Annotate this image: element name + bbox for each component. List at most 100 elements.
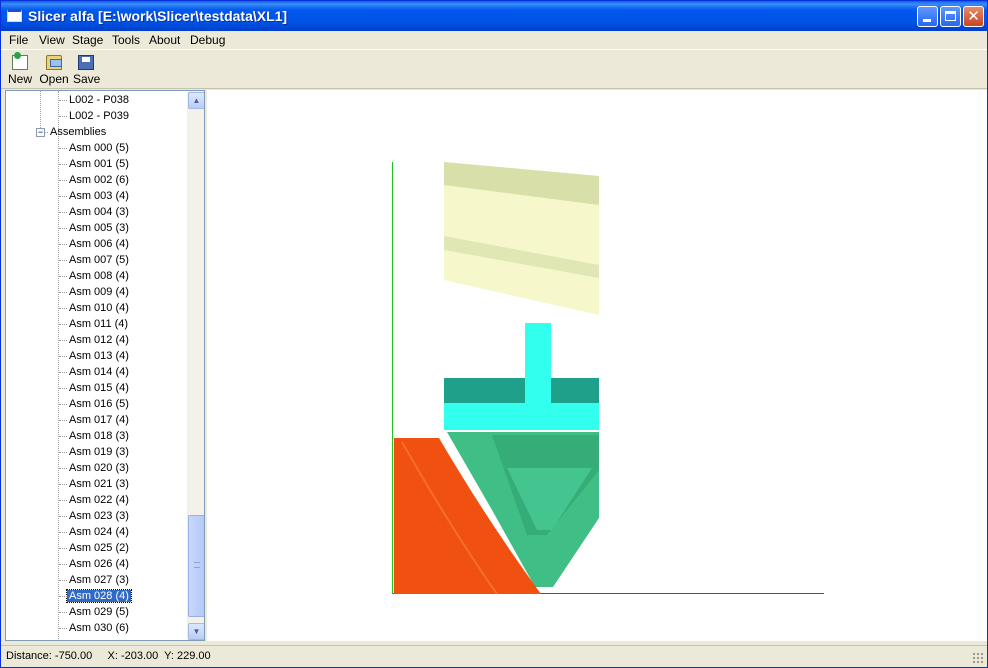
tree-item-assembly[interactable]: Asm 026 (4)	[67, 556, 131, 572]
tree-item-assembly[interactable]: Asm 004 (3)	[67, 204, 131, 220]
tree-connector	[59, 580, 67, 581]
grip-icon	[194, 562, 200, 568]
tree-connector	[59, 292, 67, 293]
tree-item-assembly[interactable]: Asm 021 (3)	[67, 476, 131, 492]
tree-item-assembly[interactable]: Asm 016 (5)	[67, 396, 131, 412]
tree-item-assembly[interactable]: Asm 013 (4)	[67, 348, 131, 364]
maximize-button[interactable]	[940, 6, 961, 27]
collapse-icon[interactable]: −	[36, 128, 45, 137]
tree-item-label: L002 - P039	[69, 110, 129, 122]
tree-connector	[59, 548, 67, 549]
tree-connector	[59, 340, 67, 341]
tree-item-label: Asm 022 (4)	[69, 494, 129, 506]
part-teal-body	[444, 378, 599, 406]
app-icon	[7, 9, 22, 22]
tree-item-assembly[interactable]: Asm 000 (5)	[67, 140, 131, 156]
tree-item-assembly[interactable]: Asm 006 (4)	[67, 236, 131, 252]
part-yellow[interactable]	[444, 162, 599, 315]
tree-group-assemblies[interactable]: Assemblies	[48, 124, 108, 140]
tree-panel: L002 - P038 L002 - P039 Assemblies − Asm 000…	[5, 90, 205, 641]
tree-item-label: Asm 030 (6)	[69, 622, 129, 634]
tree-connector	[59, 612, 67, 613]
menu-debug[interactable]: Debug	[190, 33, 225, 47]
part-cyan-bar	[444, 403, 599, 430]
tree-connector	[59, 180, 67, 181]
tree-item-assembly[interactable]: Asm 023 (3)	[67, 508, 131, 524]
new-file-icon	[12, 52, 28, 70]
tree-item-label: Asm 020 (3)	[69, 462, 129, 474]
tree-item-part[interactable]: L002 - P039	[67, 108, 131, 124]
tree-connector	[59, 452, 67, 453]
tree-item-label: Asm 019 (3)	[69, 446, 129, 458]
tree-connector	[59, 356, 67, 357]
tree-item-assembly[interactable]: Asm 005 (3)	[67, 220, 131, 236]
tree-item-assembly[interactable]: Asm 002 (6)	[67, 172, 131, 188]
resize-grip-icon[interactable]	[972, 652, 984, 664]
menu-stage[interactable]: Stage	[72, 33, 103, 47]
scroll-up-button[interactable]: ▲	[188, 92, 204, 109]
tree-connector	[59, 628, 67, 629]
tree-item-assembly[interactable]: Asm 007 (5)	[67, 252, 131, 268]
scroll-thumb[interactable]	[188, 515, 204, 617]
tree-item-label: Asm 000 (5)	[69, 142, 129, 154]
tree-item-assembly[interactable]: Asm 017 (4)	[67, 412, 131, 428]
tree-item-label: Asm 014 (4)	[69, 366, 129, 378]
close-button[interactable]: ✕	[963, 6, 984, 27]
tree-item-label: Assemblies	[50, 126, 107, 138]
tree-connector	[59, 564, 67, 565]
tree-item-label: Asm 005 (3)	[69, 222, 129, 234]
close-icon: ✕	[967, 8, 980, 25]
tree-item-assembly[interactable]: Asm 003 (4)	[67, 188, 131, 204]
tree-connector	[59, 196, 67, 197]
tree-item-assembly[interactable]: Asm 022 (4)	[67, 492, 131, 508]
tree-item-assembly[interactable]: Asm 030 (6)	[67, 620, 131, 636]
tree-guide-line	[40, 91, 41, 132]
tree-item-assembly[interactable]: Asm 029 (5)	[67, 604, 131, 620]
tree-item-selected[interactable]: Asm 028 (4)	[66, 588, 132, 604]
tree-item-assembly[interactable]: Asm 012 (4)	[67, 332, 131, 348]
tree-item-label: Asm 026 (4)	[69, 558, 129, 570]
tree-connector	[59, 276, 67, 277]
menu-tools[interactable]: Tools	[112, 33, 140, 47]
menu-file[interactable]: File	[9, 33, 28, 47]
title-bar[interactable]: Slicer alfa [E:\work\Slicer\testdata\XL1…	[1, 1, 987, 31]
save-button-label: Save	[73, 72, 101, 86]
tree-connector	[59, 404, 67, 405]
tree-item-label: Asm 025 (2)	[69, 542, 129, 554]
menu-view[interactable]: View	[39, 33, 65, 47]
tree-item-assembly[interactable]: Asm 020 (3)	[67, 460, 131, 476]
tree-item-assembly[interactable]: Asm 025 (2)	[67, 540, 131, 556]
tree-item-assembly[interactable]: Asm 018 (3)	[67, 428, 131, 444]
tree-item-assembly[interactable]: Asm 011 (4)	[67, 316, 130, 332]
open-button[interactable]: Open	[39, 55, 69, 86]
tree-item-assembly[interactable]: Asm 014 (4)	[67, 364, 131, 380]
save-disk-icon	[78, 55, 94, 70]
part-teal[interactable]	[444, 323, 599, 430]
tree-connector	[59, 420, 67, 421]
save-button[interactable]: Save	[73, 55, 101, 86]
menu-about[interactable]: About	[149, 33, 180, 47]
scroll-down-button[interactable]: ▼	[188, 623, 204, 640]
tree-item-assembly[interactable]: Asm 001 (5)	[67, 156, 131, 172]
tree-item-assembly[interactable]: Asm 009 (4)	[67, 284, 131, 300]
viewport-canvas[interactable]	[207, 90, 987, 641]
tree-item-label: Asm 015 (4)	[69, 382, 129, 394]
tree-item-assembly[interactable]: Asm 008 (4)	[67, 268, 131, 284]
tree-connector	[59, 100, 67, 101]
tree-item-assembly[interactable]: Asm 027 (3)	[67, 572, 131, 588]
new-button[interactable]: New	[8, 52, 32, 86]
minimize-button[interactable]	[917, 6, 938, 27]
tree-item-label: Asm 008 (4)	[69, 270, 129, 282]
3d-viewport[interactable]	[207, 90, 987, 641]
tree-connector	[59, 596, 67, 597]
tree-item-assembly[interactable]: Asm 010 (4)	[67, 300, 131, 316]
tree-scrollbar[interactable]: ▲ ▼	[187, 91, 204, 640]
tree-item-label: Asm 027 (3)	[69, 574, 129, 586]
tree-item-part[interactable]: L002 - P038	[67, 92, 131, 108]
tree-item-assembly[interactable]: Asm 019 (3)	[67, 444, 131, 460]
tree-connector	[59, 308, 67, 309]
tree-item-assembly[interactable]: Asm 015 (4)	[67, 380, 131, 396]
tree-item-assembly[interactable]: Asm 024 (4)	[67, 524, 131, 540]
status-bar: Distance: -750.00 X: -203.00 Y: 229.00	[1, 645, 987, 667]
tree-item-label: Asm 023 (3)	[69, 510, 129, 522]
